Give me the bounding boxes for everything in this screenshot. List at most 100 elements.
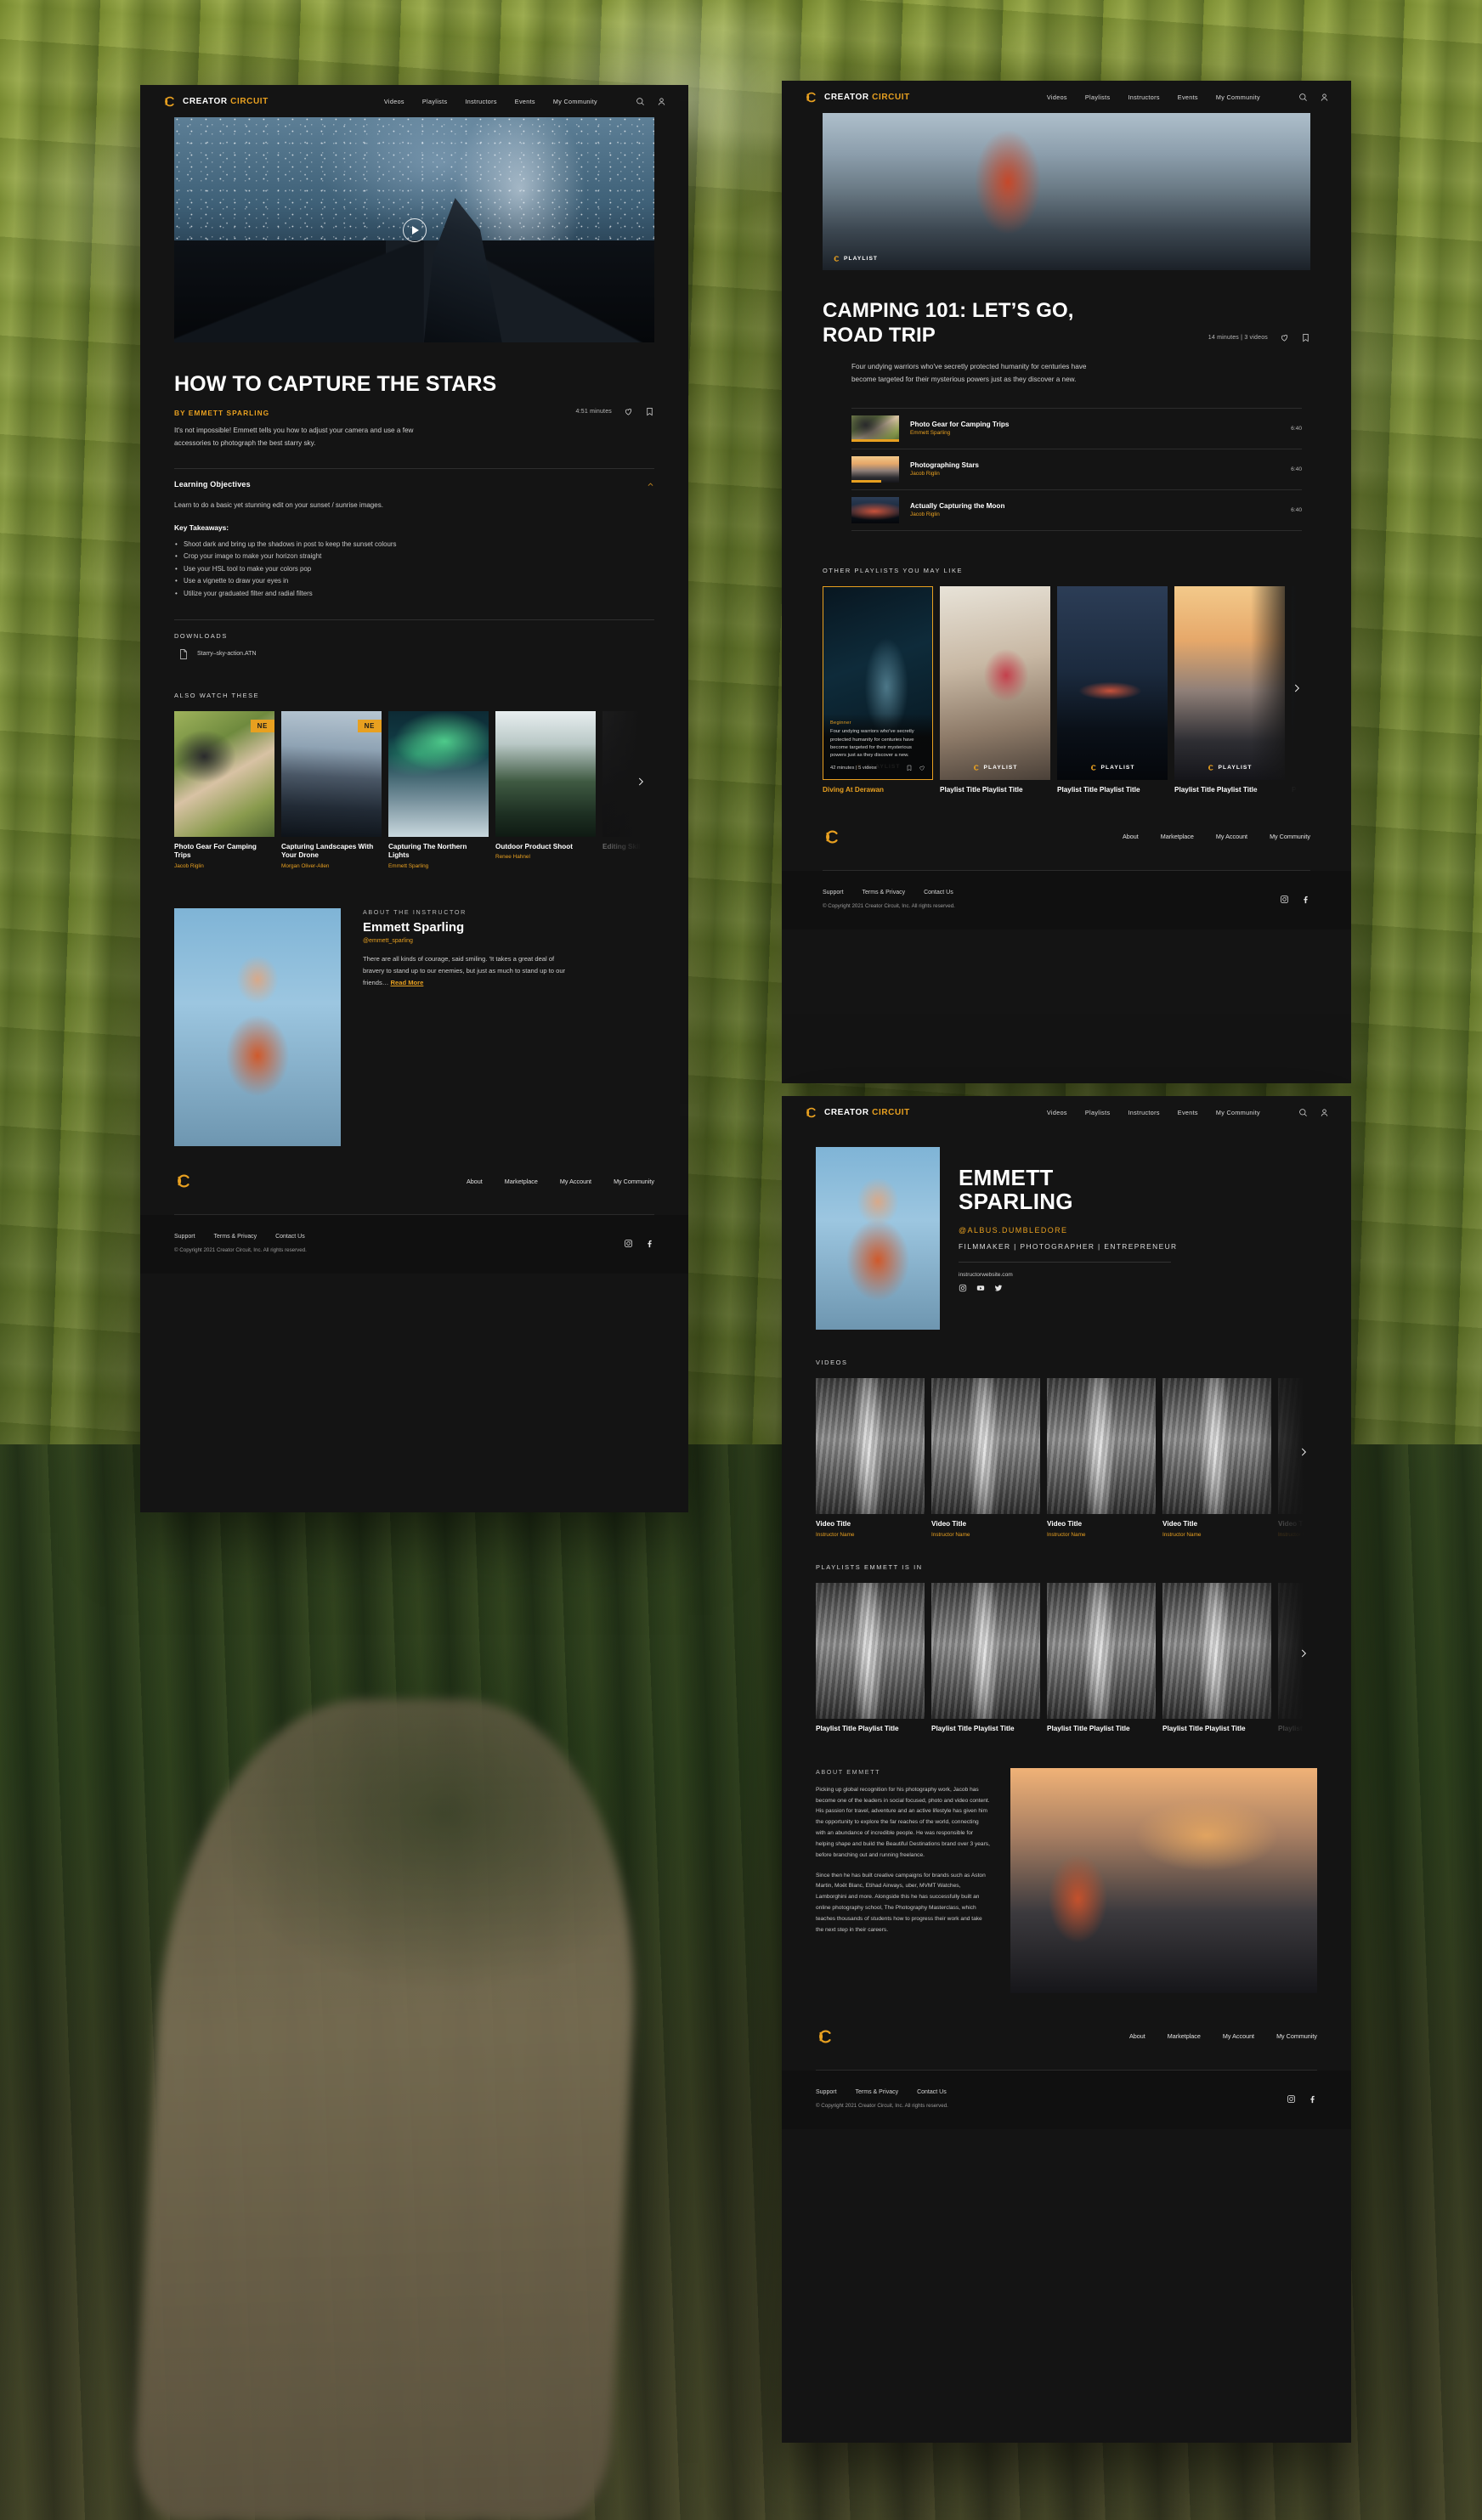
playlist-row[interactable]: Photo Gear for Camping Trips Emmett Spar… (851, 409, 1302, 449)
twitter-icon[interactable] (994, 1284, 1003, 1292)
youtube-icon[interactable] (976, 1284, 985, 1292)
footer-link-about[interactable]: About (1129, 2032, 1145, 2040)
video-hero-player[interactable] (174, 117, 654, 342)
footer-link-my-community[interactable]: My Community (614, 1178, 654, 1185)
footer-link-terms[interactable]: Terms & Privacy (856, 2089, 899, 2095)
video-card[interactable]: NE Capturing Landscapes With Your Drone … (281, 710, 382, 869)
nav-item-events[interactable]: Events (1178, 1109, 1198, 1116)
search-icon[interactable] (1298, 1108, 1308, 1117)
playlist-card-featured[interactable]: PLAYLIST Beginner Four undying warriors … (823, 585, 933, 795)
footer-link-my-community[interactable]: My Community (1270, 833, 1310, 840)
nav-item-events[interactable]: Events (1178, 93, 1198, 101)
brand-logo[interactable]: CREATOR CIRCUIT (162, 94, 269, 109)
video-card[interactable]: NE Photo Gear For Camping Trips Jacob Ri… (174, 710, 274, 869)
video-card[interactable]: Outdoor Product Shoot Renee Hahnel (495, 710, 596, 870)
nav-item-videos[interactable]: Videos (1047, 93, 1067, 101)
search-icon[interactable] (1298, 93, 1308, 102)
playlist-card[interactable]: Playlist Title Playlist Title (1047, 1582, 1156, 1734)
footer-link-my-account[interactable]: My Account (1216, 833, 1247, 840)
person-icon[interactable] (1320, 1108, 1329, 1117)
footer-link-support[interactable]: Support (174, 1234, 195, 1240)
heart-icon[interactable] (919, 765, 925, 771)
footer-link-contact[interactable]: Contact Us (275, 1234, 305, 1240)
nav-item-events[interactable]: Events (515, 98, 535, 105)
nav-item-my-community[interactable]: My Community (1216, 1109, 1260, 1116)
footer-logo-icon[interactable] (174, 1172, 193, 1190)
footer-link-marketplace[interactable]: Marketplace (505, 1178, 538, 1185)
playlist-card[interactable]: Playlist Title Playlist Title (931, 1582, 1040, 1734)
search-icon[interactable] (636, 97, 645, 106)
nav-item-playlists[interactable]: Playlists (1085, 93, 1111, 101)
chevron-up-icon[interactable] (647, 481, 654, 489)
footer-link-marketplace[interactable]: Marketplace (1168, 2032, 1201, 2040)
nav-item-playlists[interactable]: Playlists (1085, 1109, 1111, 1116)
nav-item-instructors[interactable]: Instructors (465, 98, 496, 105)
video-card[interactable]: Video Title Instructor Name (931, 1378, 1040, 1538)
footer-link-contact[interactable]: Contact Us (924, 890, 953, 896)
facebook-icon[interactable] (645, 1239, 654, 1248)
instructor-photo[interactable] (174, 908, 341, 1147)
playlist-row[interactable]: Photographing Stars Jacob Riglin 6:40 (851, 449, 1302, 490)
download-item[interactable]: Starry–sky-action.ATN (174, 648, 654, 659)
brand-logo[interactable]: CREATOR CIRCUIT (804, 90, 910, 105)
instagram-icon[interactable] (1287, 2094, 1296, 2104)
footer-bottom-row: Support Terms & Privacy Contact Us © Cop… (823, 890, 1310, 909)
play-button[interactable] (402, 218, 427, 242)
nav-item-my-community[interactable]: My Community (553, 98, 597, 105)
carousel-next-button[interactable] (631, 771, 651, 792)
nav-item-instructors[interactable]: Instructors (1128, 93, 1159, 101)
playlist-card[interactable]: Playlist Title Playlist Title (816, 1582, 925, 1734)
footer-link-terms[interactable]: Terms & Privacy (863, 890, 906, 896)
other-playlists-carousel[interactable]: PLAYLIST Beginner Four undying warriors … (823, 585, 1310, 795)
nav-item-my-community[interactable]: My Community (1216, 93, 1260, 101)
footer-link-about[interactable]: About (1123, 833, 1139, 840)
video-card[interactable]: Video Title Instructor Name (816, 1378, 925, 1538)
carousel-next-button[interactable] (1293, 1442, 1314, 1462)
nav-item-playlists[interactable]: Playlists (422, 98, 448, 105)
nav-item-videos[interactable]: Videos (1047, 1109, 1067, 1116)
footer-link-about[interactable]: About (467, 1178, 483, 1185)
also-watch-carousel[interactable]: NE Photo Gear For Camping Trips Jacob Ri… (174, 710, 654, 870)
footer-logo-icon[interactable] (823, 828, 841, 846)
bookmark-icon[interactable] (906, 765, 913, 771)
learning-objectives-accordion[interactable]: Learning Objectives (174, 469, 654, 489)
instagram-icon[interactable] (959, 1284, 967, 1292)
footer-link-my-account[interactable]: My Account (1223, 2032, 1254, 2040)
brand-logo[interactable]: CREATOR CIRCUIT (804, 1105, 910, 1120)
bookmark-icon[interactable] (645, 407, 654, 416)
playlist-card[interactable]: PLAYLIST Playlist Title Playlist Title (1174, 585, 1285, 795)
video-card[interactable]: Capturing The Northern Lights Emmett Spa… (388, 710, 489, 869)
profile-playlists-carousel[interactable]: Playlist Title Playlist Title Playlist T… (816, 1582, 1317, 1734)
footer-link-terms[interactable]: Terms & Privacy (214, 1234, 257, 1240)
profile-videos-carousel[interactable]: Video Title Instructor Name Video Title … (816, 1378, 1317, 1538)
instagram-icon[interactable] (624, 1239, 633, 1248)
facebook-icon[interactable] (1301, 895, 1310, 904)
nav-item-instructors[interactable]: Instructors (1128, 1109, 1159, 1116)
video-card[interactable]: Video Title Instructor Name (1162, 1378, 1271, 1538)
heart-icon[interactable] (1280, 333, 1289, 342)
person-icon[interactable] (657, 97, 666, 106)
read-more-link[interactable]: Read More (391, 979, 424, 986)
heart-icon[interactable] (624, 407, 633, 416)
playlist-card[interactable]: Playlist Title Playlist Title (1162, 1582, 1271, 1734)
nav-item-videos[interactable]: Videos (384, 98, 404, 105)
facebook-icon[interactable] (1308, 2094, 1317, 2104)
footer-link-support[interactable]: Support (816, 2089, 837, 2095)
footer-logo-icon[interactable] (816, 2027, 834, 2046)
person-icon[interactable] (1320, 93, 1329, 102)
playlist-row[interactable]: Actually Capturing the Moon Jacob Riglin… (851, 490, 1302, 531)
playlist-hero[interactable]: PLAYLIST (823, 113, 1310, 270)
footer-link-marketplace[interactable]: Marketplace (1161, 833, 1194, 840)
footer-link-support[interactable]: Support (823, 890, 844, 896)
carousel-next-button[interactable] (1287, 678, 1307, 698)
playlist-card[interactable]: PLAYLIST Playlist Title Playlist Title (1057, 585, 1168, 795)
footer-link-contact[interactable]: Contact Us (917, 2089, 947, 2095)
carousel-next-button[interactable] (1293, 1643, 1314, 1664)
footer-link-my-community[interactable]: My Community (1276, 2032, 1317, 2040)
playlist-card[interactable]: PLAYLIST Playlist Title Playlist Title (940, 585, 1050, 795)
instagram-icon[interactable] (1280, 895, 1289, 904)
footer-link-my-account[interactable]: My Account (560, 1178, 591, 1185)
profile-website[interactable]: instructorwebsite.com (959, 1272, 1178, 1278)
video-card[interactable]: Video Title Instructor Name (1047, 1378, 1156, 1538)
bookmark-icon[interactable] (1301, 333, 1310, 342)
